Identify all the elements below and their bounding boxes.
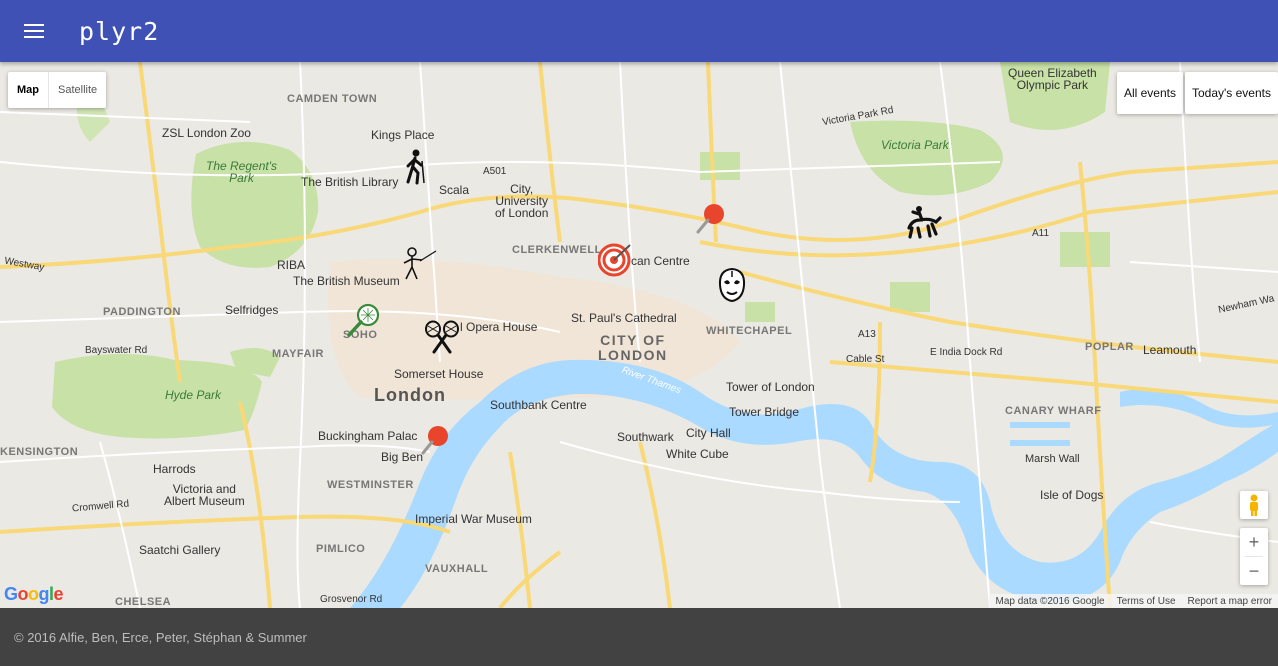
pin-icon[interactable] <box>696 202 726 234</box>
google-logo[interactable]: Google <box>4 584 64 605</box>
label-opera: l Opera House <box>460 320 538 334</box>
menu-icon <box>24 24 44 38</box>
terms-link[interactable]: Terms of Use <box>1111 596 1182 607</box>
label-zoo: ZSL London Zoo <box>162 126 251 140</box>
label-leamouth: Leamouth <box>1143 343 1197 357</box>
badminton-icon[interactable] <box>424 320 460 354</box>
label-va: Victoria and Albert Museum <box>164 482 245 508</box>
zoom-in-button[interactable]: + <box>1240 528 1268 556</box>
label-pimlico: PIMLICO <box>316 543 366 555</box>
label-city-uni: City, University of London <box>495 182 549 220</box>
tennis-icon[interactable] <box>346 302 382 338</box>
label-a13: A13 <box>858 329 876 340</box>
label-hyde: Hyde Park <box>165 388 222 402</box>
label-camden: CAMDEN TOWN <box>287 93 378 105</box>
copyright-text: © 2016 Alfie, Ben, Erce, Peter, Stéphan … <box>14 629 307 645</box>
map-type-satellite-button[interactable]: Satellite <box>49 72 106 108</box>
pegman-icon <box>1250 494 1258 516</box>
app-title: plyr2 <box>79 16 160 46</box>
label-museum: The British Museum <box>293 274 400 288</box>
label-bigben: Big Ben <box>381 450 424 464</box>
label-tower: Tower of London <box>726 380 815 394</box>
label-library: The British Library <box>301 175 399 189</box>
street-view-button[interactable] <box>1240 491 1268 519</box>
label-chelsea: CHELSEA <box>115 596 172 608</box>
label-poplar: POPLAR <box>1085 341 1134 353</box>
label-city-of-london: CITY OF LONDON <box>598 332 668 363</box>
label-victoria-park: Victoria Park <box>881 138 949 152</box>
label-barbican: can Centre <box>631 254 690 268</box>
map-type-map-button[interactable]: Map <box>8 72 49 108</box>
fencing-icon[interactable] <box>400 247 438 281</box>
label-harrods: Harrods <box>153 462 196 476</box>
label-buckingham: Buckingham Palac <box>318 429 418 443</box>
label-canary: CANARY WHARF <box>1005 405 1102 417</box>
label-marsh-wall: Marsh Wall <box>1025 453 1080 465</box>
label-queen-elizabeth: Queen Elizabeth Olympic Park <box>1008 66 1097 92</box>
label-westminster: WESTMINSTER <box>327 479 414 491</box>
map-data-text: Map data ©2016 Google <box>995 595 1105 607</box>
label-selfridges: Selfridges <box>225 303 279 317</box>
label-isle-dogs: Isle of Dogs <box>1040 488 1104 502</box>
label-cityhall: City Hall <box>686 426 731 440</box>
hiking-icon[interactable] <box>402 149 426 185</box>
map-type-control: Map Satellite <box>8 72 107 108</box>
label-whitechapel: WHITECHAPEL <box>706 325 793 337</box>
label-clerkenwell: CLERKENWELL <box>512 244 602 256</box>
menu-button[interactable] <box>0 0 68 62</box>
zoom-control: + − <box>1240 528 1268 585</box>
label-whitecube: White Cube <box>666 447 729 461</box>
footer: © 2016 Alfie, Ben, Erce, Peter, Stéphan … <box>0 608 1278 666</box>
pin-icon[interactable] <box>421 424 451 456</box>
label-a501: A501 <box>483 166 507 177</box>
report-error-link[interactable]: Report a map error <box>1182 596 1278 607</box>
label-vauxhall: VAUXHALL <box>425 563 489 575</box>
todays-events-button[interactable]: Today's events <box>1184 72 1278 114</box>
label-grosvenor: Grosvenor Rd <box>320 594 383 605</box>
label-kings: Kings Place <box>371 128 435 142</box>
label-scala: Scala <box>439 183 470 197</box>
label-paddington: PADDINGTON <box>103 306 181 318</box>
label-mayfair: MAYFAIR <box>272 348 324 360</box>
label-stpauls: St. Paul's Cathedral <box>571 311 677 325</box>
map[interactable]: CAMDEN TOWN ZSL London Zoo The Regent's … <box>0 62 1278 608</box>
app-bar: plyr2 <box>0 0 1278 62</box>
map-attribution: Map data ©2016 Google Terms of Use Repor… <box>989 594 1278 608</box>
label-india-dock: E India Dock Rd <box>930 347 1003 358</box>
label-riba: RIBA <box>277 258 306 272</box>
zoom-out-button[interactable]: − <box>1240 557 1268 585</box>
label-southwark: Southwark <box>617 430 674 444</box>
target-icon[interactable] <box>598 242 634 278</box>
label-somerset: Somerset House <box>394 367 484 381</box>
label-cable: Cable St <box>846 354 885 365</box>
label-kensington: KENSINGTON <box>0 446 79 458</box>
label-saatchi: Saatchi Gallery <box>139 543 221 557</box>
label-a11: A11 <box>1032 228 1050 239</box>
label-regents: The Regent's Park <box>206 159 277 185</box>
wrestling-mask-icon[interactable] <box>717 267 747 303</box>
event-filter: All events Today's events <box>1116 72 1278 114</box>
label-london: London <box>374 385 446 405</box>
label-southbank: Southbank Centre <box>490 398 587 412</box>
label-imperial: Imperial War Museum <box>415 512 532 526</box>
all-events-button[interactable]: All events <box>1116 72 1183 114</box>
rodeo-icon[interactable] <box>906 204 942 240</box>
label-bayswater: Bayswater Rd <box>85 345 148 356</box>
label-towerbridge: Tower Bridge <box>729 405 800 419</box>
